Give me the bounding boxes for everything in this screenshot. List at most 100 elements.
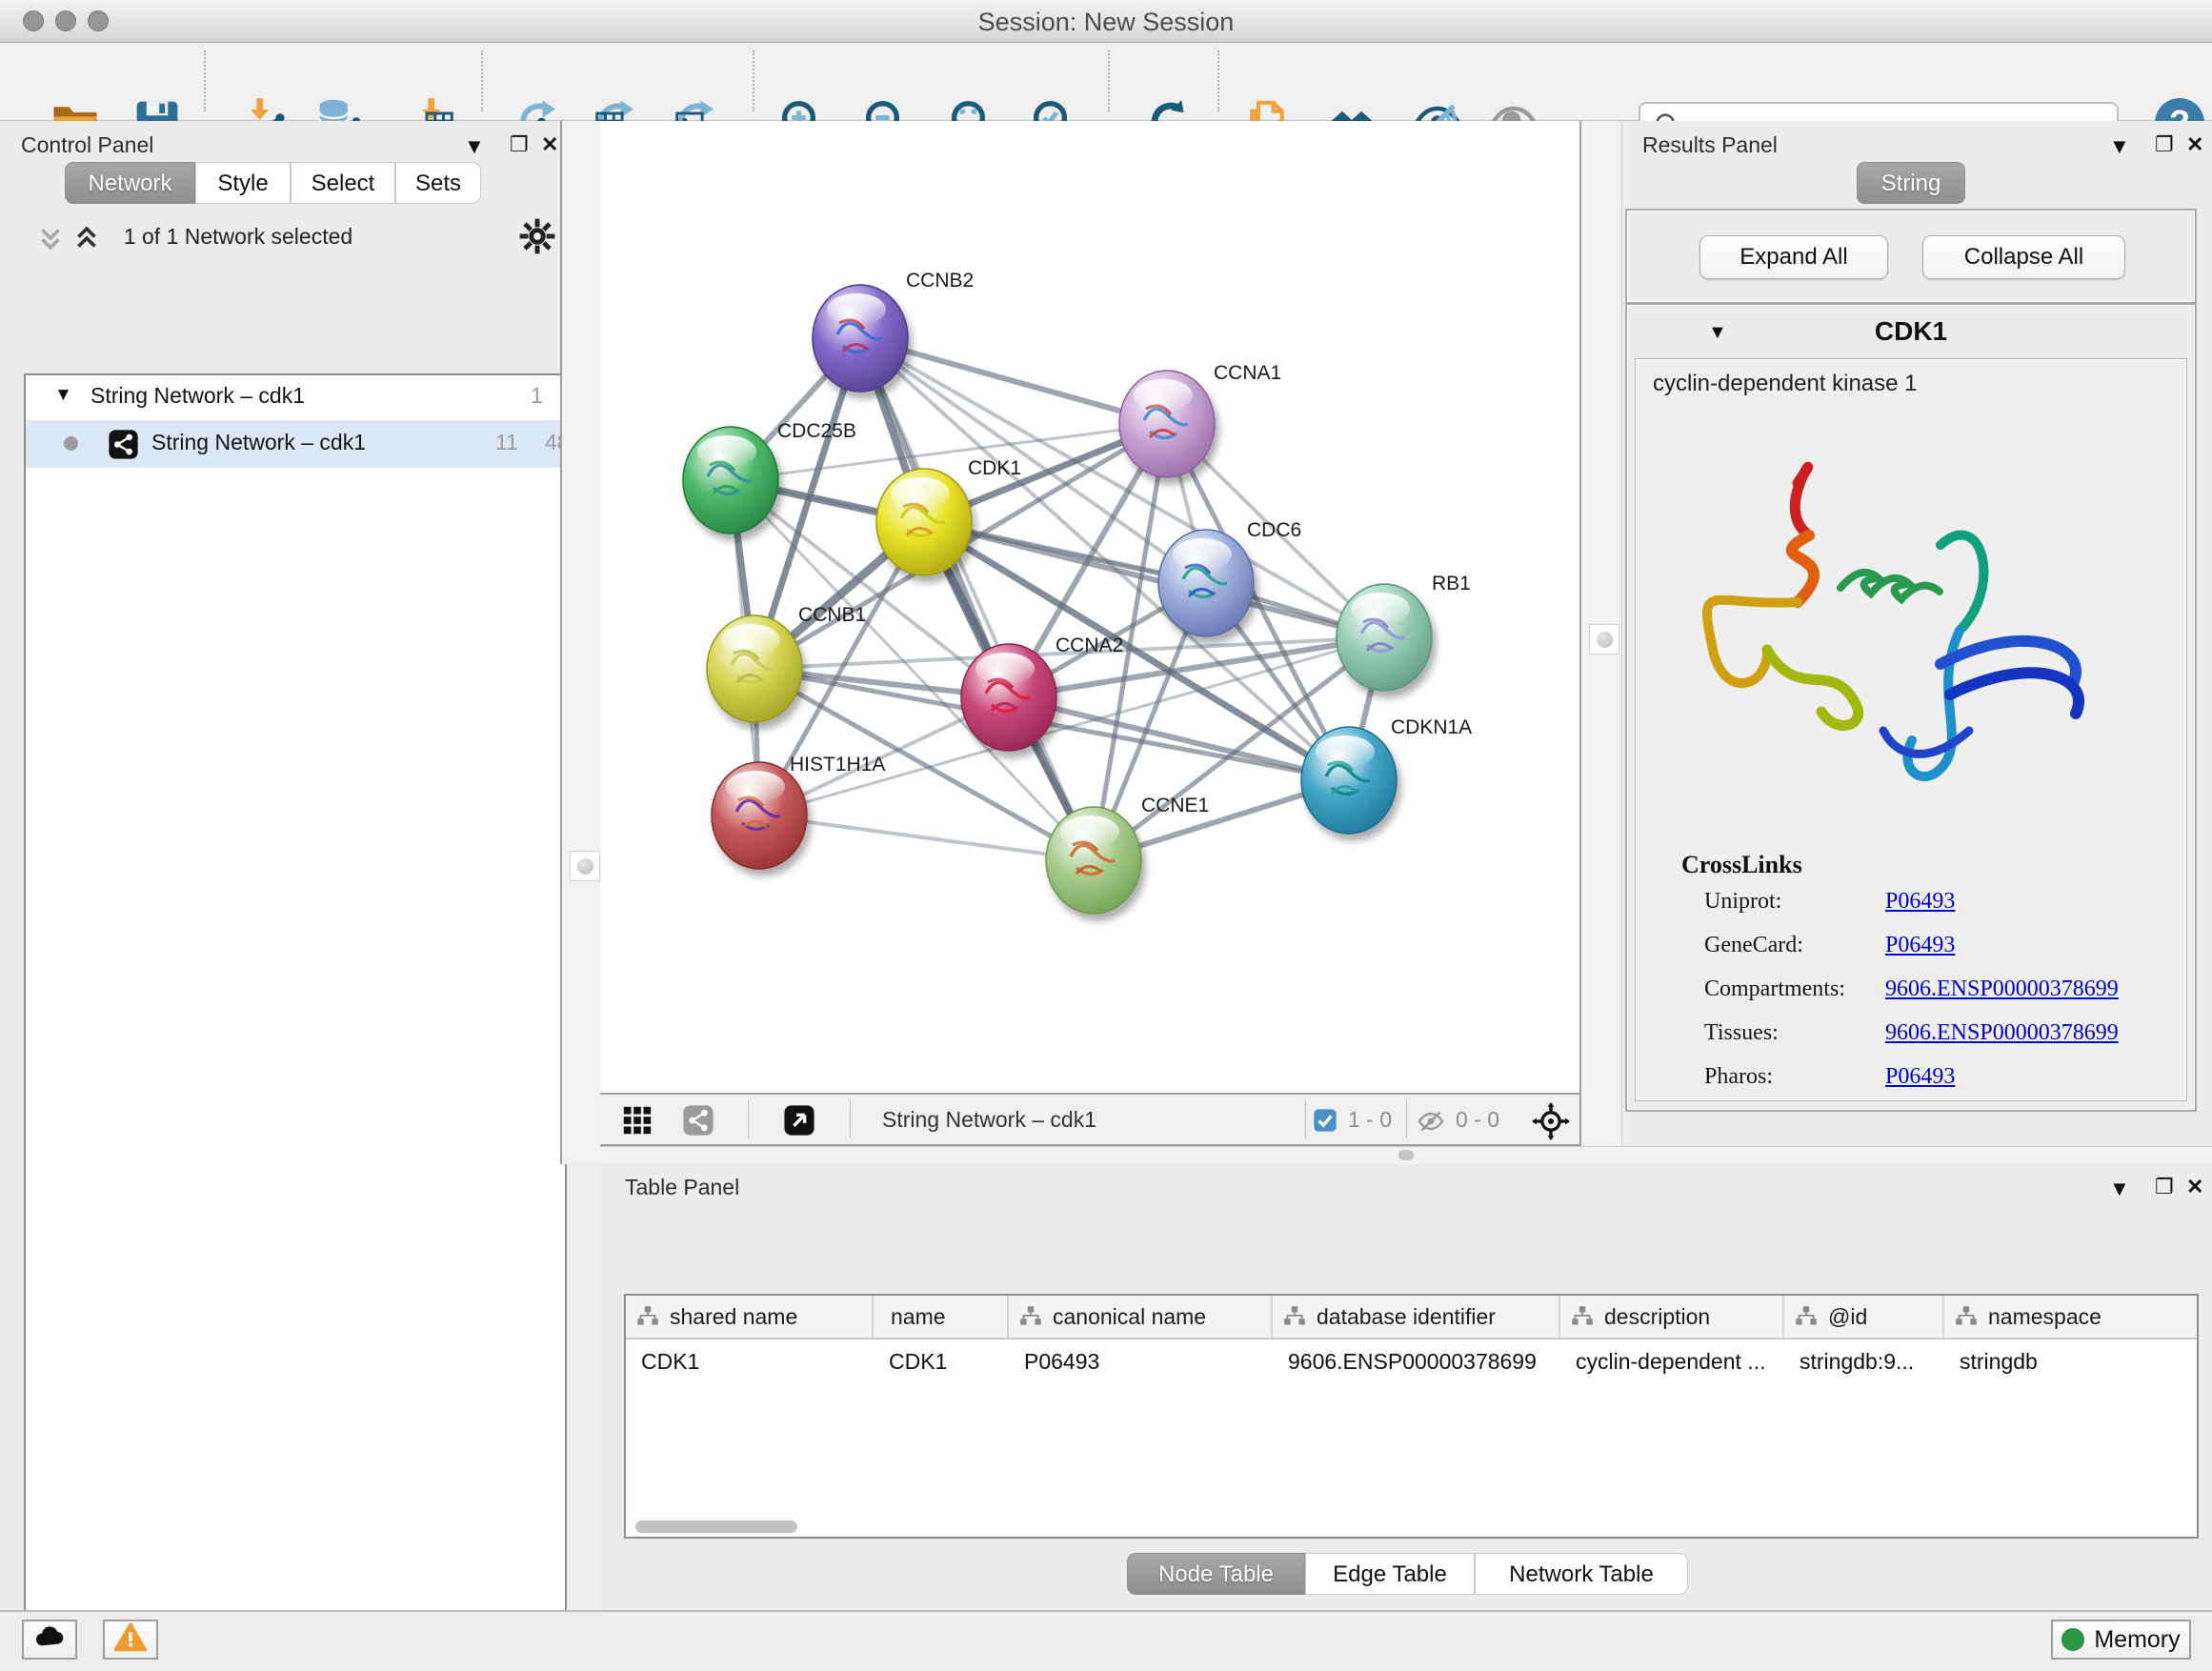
left-splitter-grip[interactable] bbox=[570, 851, 600, 881]
node-CCNB2[interactable] bbox=[813, 285, 908, 392]
node-label-CDC6: CDC6 bbox=[1247, 519, 1301, 541]
edge-CCNB2-CCNE1[interactable] bbox=[860, 338, 1094, 860]
column-header-@id[interactable]: @id bbox=[1784, 1296, 1944, 1339]
node-CCNA2[interactable] bbox=[961, 644, 1056, 751]
crosslink-label: Pharos: bbox=[1704, 1064, 1773, 1090]
hidden-eye-icon[interactable] bbox=[1416, 1106, 1446, 1141]
node-label-CDKN1A: CDKN1A bbox=[1391, 716, 1472, 738]
string-view-icon[interactable] bbox=[682, 1104, 714, 1141]
collection-name: String Network – cdk1 bbox=[90, 383, 305, 409]
control-panel-close-icon[interactable]: ✕ bbox=[541, 132, 558, 157]
bottom-splitter-grip[interactable] bbox=[1398, 1150, 1414, 1160]
crosslink-uniprot-link[interactable]: P06493 bbox=[1885, 889, 1955, 915]
table-panel-menu-icon[interactable]: ▼ bbox=[2109, 1177, 2130, 1201]
collapse-all-button[interactable]: Collapse All bbox=[1922, 235, 2125, 279]
edge-CDK1-RB1[interactable] bbox=[924, 522, 1384, 637]
gene-detail-box: cyclin-dependent kinase 1 bbox=[1635, 358, 2187, 1101]
node-CDC6[interactable] bbox=[1158, 530, 1254, 636]
crosslink-label: Uniprot: bbox=[1704, 889, 1781, 915]
string-network-icon bbox=[108, 429, 139, 465]
tab-string[interactable]: String bbox=[1857, 162, 1965, 204]
table-cell[interactable]: CDK1 bbox=[889, 1349, 1005, 1375]
tab-sets[interactable]: Sets bbox=[395, 162, 481, 204]
table-cell[interactable]: 9606.ENSP00000378699 bbox=[1288, 1349, 1557, 1375]
table-cell[interactable]: stringdb bbox=[1960, 1349, 2197, 1375]
column-header-database-identifier[interactable]: database identifier bbox=[1273, 1296, 1560, 1339]
expand-all-button[interactable]: Expand All bbox=[1699, 235, 1888, 279]
node-CDKN1A[interactable] bbox=[1301, 727, 1397, 834]
bottom-splitter[interactable] bbox=[600, 1146, 2212, 1166]
shared-column-icon bbox=[1570, 1304, 1595, 1334]
column-header-description[interactable]: description bbox=[1560, 1296, 1784, 1339]
column-header-shared-name[interactable]: shared name bbox=[626, 1296, 874, 1339]
node-CDC25B[interactable] bbox=[683, 427, 778, 534]
warning-button[interactable] bbox=[103, 1620, 158, 1660]
selected-checkbox-icon[interactable] bbox=[1312, 1107, 1338, 1138]
network-row-selected[interactable]: String Network – cdk1 11 48 bbox=[26, 420, 561, 468]
toolbar-separator bbox=[753, 50, 754, 111]
tab-select[interactable]: Select bbox=[291, 162, 395, 204]
crosslink-pharos-link[interactable]: P06493 bbox=[1885, 1064, 1955, 1090]
table-hscrollbar[interactable] bbox=[635, 1520, 797, 1533]
right-splitter[interactable] bbox=[1579, 121, 1622, 1164]
table-cell[interactable]: CDK1 bbox=[641, 1349, 870, 1375]
protein-structure-image bbox=[1655, 416, 2169, 836]
table-cell[interactable]: P06493 bbox=[1024, 1349, 1269, 1375]
left-splitter[interactable] bbox=[560, 121, 603, 1164]
node-label-CCNA2: CCNA2 bbox=[1056, 634, 1123, 656]
shared-column-icon bbox=[1954, 1304, 1979, 1334]
results-panel-menu-icon[interactable]: ▼ bbox=[2109, 134, 2130, 159]
tab-style[interactable]: Style bbox=[195, 162, 291, 204]
shared-column-icon bbox=[1794, 1304, 1819, 1334]
crosslink-tissues-link[interactable]: 9606.ENSP00000378699 bbox=[1885, 1020, 2119, 1046]
birdseye-view-icon[interactable] bbox=[783, 1104, 815, 1141]
table-panel-close-icon[interactable]: ✕ bbox=[2186, 1175, 2203, 1199]
node-label-CDC25B: CDC25B bbox=[777, 420, 856, 442]
network-status-dot-icon bbox=[64, 436, 78, 451]
column-header-canonical-name[interactable]: canonical name bbox=[1009, 1296, 1273, 1339]
collection-expander-icon[interactable]: ▼ bbox=[54, 385, 72, 406]
results-actions-box: Expand All Collapse All bbox=[1625, 209, 2197, 304]
network-collection-row[interactable]: ▼ String Network – cdk1 1 bbox=[26, 375, 561, 420]
crosslink-compartments-link[interactable]: 9606.ENSP00000378699 bbox=[1885, 976, 2119, 1002]
tab-network[interactable]: Network bbox=[65, 162, 195, 204]
tab-node-table[interactable]: Node Table bbox=[1127, 1553, 1305, 1595]
column-header-namespace[interactable]: namespace bbox=[1944, 1296, 2199, 1339]
node-HIST1H1A[interactable] bbox=[712, 762, 807, 869]
shared-column-icon bbox=[1282, 1304, 1307, 1334]
node-CCNA1[interactable] bbox=[1119, 371, 1215, 477]
right-splitter-grip[interactable] bbox=[1589, 624, 1619, 654]
node-CDK1[interactable] bbox=[876, 469, 972, 575]
node-label-CCNA1: CCNA1 bbox=[1214, 362, 1281, 384]
node-CCNE1[interactable] bbox=[1046, 807, 1141, 914]
tab-edge-table[interactable]: Edge Table bbox=[1305, 1553, 1475, 1595]
cloud-button[interactable] bbox=[22, 1620, 77, 1660]
main-toolbar: ? bbox=[0, 43, 2212, 121]
control-panel-menu-icon[interactable]: ▼ bbox=[464, 134, 485, 159]
control-panel-float-icon[interactable]: ❐ bbox=[510, 132, 529, 157]
memory-status-icon bbox=[2061, 1628, 2084, 1651]
network-canvas[interactable]: CCNB2CCNA1CDC25BCDK1CDC6RB1CCNB1CCNA2CDK… bbox=[600, 121, 1579, 1093]
results-panel-close-icon[interactable]: ✕ bbox=[2186, 132, 2203, 157]
node-label-CCNB2: CCNB2 bbox=[906, 270, 974, 292]
node-RB1[interactable] bbox=[1337, 584, 1432, 691]
memory-button[interactable]: Memory bbox=[2051, 1620, 2191, 1660]
network-tree: ▼ String Network – cdk1 1 String Network… bbox=[24, 373, 567, 1671]
fit-navigate-icon[interactable] bbox=[1532, 1102, 1570, 1145]
crosslink-genecard-link[interactable]: P06493 bbox=[1885, 933, 1955, 958]
title-bar: Session: New Session bbox=[0, 0, 2212, 43]
shared-column-icon bbox=[1018, 1304, 1043, 1334]
application-window: Session: New Session ? Control Panel ▼ ❐… bbox=[0, 0, 2212, 1671]
node-CCNB1[interactable] bbox=[707, 615, 802, 722]
edge-CCNE1-HIST1H1A[interactable] bbox=[759, 815, 1094, 860]
gear-icon[interactable] bbox=[517, 216, 557, 261]
results-panel-float-icon[interactable]: ❐ bbox=[2155, 132, 2174, 157]
shared-column-icon bbox=[635, 1304, 660, 1334]
column-header-name[interactable]: name bbox=[874, 1296, 1009, 1339]
grid-view-icon[interactable] bbox=[621, 1104, 654, 1141]
table-cell[interactable]: stringdb:9... bbox=[1800, 1349, 1941, 1375]
tab-network-table[interactable]: Network Table bbox=[1475, 1553, 1688, 1595]
table-panel-float-icon[interactable]: ❐ bbox=[2155, 1175, 2174, 1199]
table-cell[interactable]: cyclin-dependent ... bbox=[1576, 1349, 1780, 1375]
collection-count: 1 bbox=[531, 383, 543, 409]
